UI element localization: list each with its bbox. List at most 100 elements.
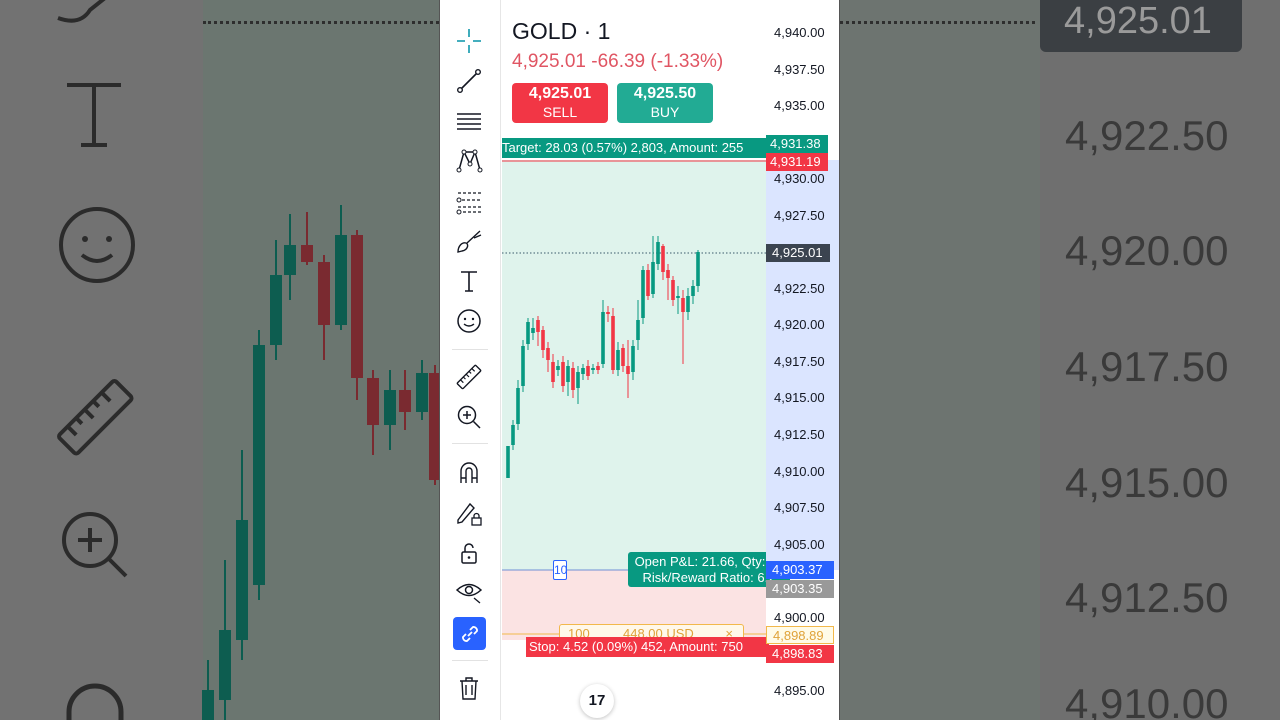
background-candle-body [202, 690, 214, 720]
visibility-tool[interactable] [450, 574, 488, 608]
candle-body [671, 280, 675, 300]
candle-body [506, 446, 510, 478]
magnet-icon [460, 462, 478, 483]
candle-body [571, 368, 575, 390]
axis-label: 4,905.00 [774, 537, 825, 552]
delete-tool[interactable] [450, 671, 488, 705]
lock-drawing-tool[interactable] [450, 496, 488, 530]
symbol-header: GOLD · 1 4,925.01 -66.39 (-1.33%) [512, 18, 723, 73]
trend-line-tool[interactable] [450, 64, 488, 98]
price-axis[interactable]: 4,940.00 4,937.50 4,935.00 4,930.00 4,92… [766, 0, 839, 720]
candle-body [601, 312, 605, 364]
target-banner: Target: 28.03 (0.57%) 2,803, Amount: 255 [502, 138, 766, 158]
axis-label: 4,927.50 [774, 208, 825, 223]
lock-tool[interactable] [450, 536, 488, 570]
price-change: -66.39 [591, 51, 646, 72]
zoom-in-tool[interactable] [450, 400, 488, 434]
background-candle-body [253, 345, 265, 585]
candle-body [651, 262, 655, 294]
horizontal-lines-tool[interactable] [450, 104, 488, 138]
text-tool[interactable] [450, 264, 488, 298]
ruler-icon [456, 364, 482, 390]
axis-label: 4,930.00 [774, 171, 825, 186]
background-candle-body [284, 245, 296, 275]
toolbar-divider [452, 443, 488, 444]
candle-body [681, 298, 685, 312]
link-icon [461, 625, 478, 642]
link-tool[interactable] [453, 617, 486, 650]
brush-icon [457, 230, 482, 253]
buy-button[interactable]: 4,925.50 BUY [617, 83, 713, 123]
sell-label: SELL [542, 104, 578, 120]
candle-body [516, 388, 520, 424]
price-change-pct: (-1.33%) [650, 51, 724, 72]
pattern-icon [456, 149, 483, 173]
fib-tool[interactable] [450, 184, 488, 218]
candle-body [656, 242, 660, 264]
trash-icon [460, 677, 478, 700]
candle-body [661, 246, 665, 272]
zoom-in-icon [457, 405, 481, 429]
drawing-toolbar [440, 0, 501, 720]
axis-label: 4,910.00 [774, 464, 825, 479]
candle-body [626, 366, 630, 374]
candle-body [666, 270, 670, 278]
candle-body [521, 346, 525, 386]
axis-label: 4,940.00 [774, 25, 825, 40]
trend-line-icon [457, 69, 482, 94]
entry-qty-box[interactable]: 10 [553, 560, 567, 580]
candle-body [586, 366, 590, 376]
quote-line: 4,925.01 -66.39 (-1.33%) [512, 51, 723, 73]
axis-label: 4,915.00 [774, 390, 825, 405]
background-candle-body [416, 373, 428, 412]
candle-body [616, 350, 620, 370]
lock-drawing-icon [457, 502, 482, 526]
background-brush-icon [57, 0, 106, 23]
background-candle-body [318, 262, 330, 325]
chart-screen: Target: 28.03 (0.57%) 2,803, Amount: 255… [439, 0, 840, 720]
toolbar-divider [452, 660, 488, 661]
candle-body [641, 270, 645, 318]
symbol-title[interactable]: GOLD · 1 [512, 18, 723, 45]
brush-tool[interactable] [450, 224, 488, 258]
tradingview-logo[interactable]: 17 [580, 684, 614, 718]
pattern-tool[interactable] [450, 144, 488, 178]
emoji-tool[interactable] [450, 304, 488, 338]
crosshair-tool[interactable] [450, 24, 488, 58]
ruler-tool[interactable] [450, 360, 488, 394]
entry-price-tag: 4,903.37 [766, 561, 834, 579]
lock-icon [461, 543, 477, 564]
axis-label: 4,907.50 [774, 500, 825, 515]
candle-body [596, 366, 600, 370]
eye-icon [455, 583, 483, 604]
buy-label: BUY [650, 104, 680, 120]
candle-body [631, 346, 635, 372]
axis-label: 4,895.00 [774, 683, 825, 698]
buy-price: 4,925.50 [633, 85, 697, 102]
stop-price-tag: 4,898.83 [766, 645, 834, 663]
candle-body [551, 362, 555, 382]
sell-button[interactable]: 4,925.01 SELL [512, 83, 608, 123]
axis-label: 4,920.00 [774, 317, 825, 332]
crosshair-icon [457, 29, 481, 53]
target-text: Target: 28.03 (0.57%) 2,803, Amount: 255 [502, 140, 744, 155]
target-red-tag: 4,931.19 [766, 153, 828, 171]
sell-price: 4,925.01 [528, 85, 592, 102]
background-candle-body [301, 245, 313, 262]
candle-body [591, 368, 595, 370]
magnet-tool[interactable] [450, 455, 488, 489]
background-candle-body [219, 630, 231, 700]
fib-icon [456, 192, 481, 215]
axis-label: 4,922.50 [774, 281, 825, 296]
background-candle-body [236, 520, 248, 640]
candle-body [531, 328, 535, 333]
candle-body [581, 368, 585, 374]
axis-label: 4,937.50 [774, 62, 825, 77]
candle-body [696, 252, 700, 286]
background-candle-body [335, 235, 347, 325]
candle-body [576, 372, 580, 388]
background-candle-body [270, 275, 282, 345]
candle-body [676, 296, 680, 298]
candle-body [526, 322, 530, 344]
target-price-tag: 4,931.38 [766, 135, 828, 153]
